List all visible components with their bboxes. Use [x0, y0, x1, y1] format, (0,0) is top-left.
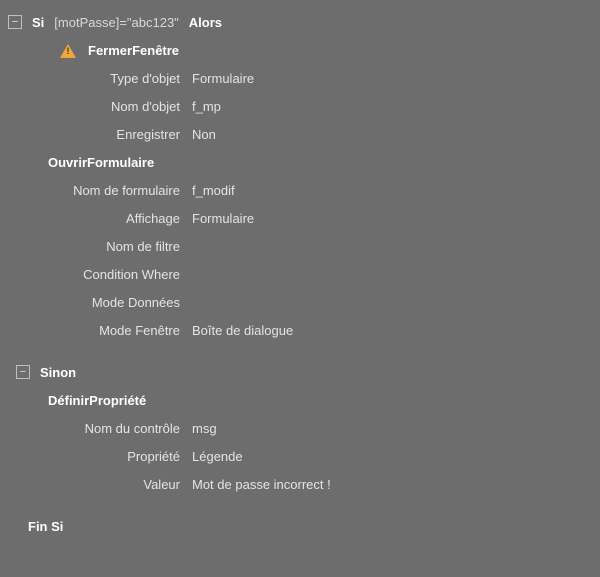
action-close-window[interactable]: FermerFenêtre	[0, 36, 600, 64]
param-row[interactable]: Mode Fenêtre Boîte de dialogue	[0, 316, 600, 344]
param-value[interactable]: Non	[192, 127, 600, 142]
param-label: Valeur	[0, 477, 180, 492]
param-label: Mode Données	[0, 295, 180, 310]
if-keyword: Si	[32, 15, 44, 30]
param-row[interactable]: Nom de formulaire f_modif	[0, 176, 600, 204]
param-row[interactable]: Nom d'objet f_mp	[0, 92, 600, 120]
endif-keyword: Fin Si	[28, 519, 63, 534]
param-label: Enregistrer	[0, 127, 180, 142]
else-header-row[interactable]: − Sinon	[0, 358, 600, 386]
param-value[interactable]: Formulaire	[192, 71, 600, 86]
param-label: Nom du contrôle	[0, 421, 180, 436]
param-label: Type d'objet	[0, 71, 180, 86]
spacer	[0, 344, 600, 358]
param-row[interactable]: Propriété Légende	[0, 442, 600, 470]
action-name: OuvrirFormulaire	[48, 155, 154, 170]
param-row[interactable]: Valeur Mot de passe incorrect !	[0, 470, 600, 498]
collapse-icon[interactable]: −	[16, 365, 30, 379]
param-value[interactable]: Légende	[192, 449, 600, 464]
warning-icon	[60, 44, 76, 58]
param-value[interactable]: Boîte de dialogue	[192, 323, 600, 338]
param-row[interactable]: Nom de filtre	[0, 232, 600, 260]
param-row[interactable]: Enregistrer Non	[0, 120, 600, 148]
param-row[interactable]: Affichage Formulaire	[0, 204, 600, 232]
param-row[interactable]: Mode Données	[0, 288, 600, 316]
param-label: Nom de formulaire	[0, 183, 180, 198]
param-value[interactable]: Mot de passe incorrect !	[192, 477, 600, 492]
param-value[interactable]: Formulaire	[192, 211, 600, 226]
macro-designer: − Si [motPasse]="abc123" Alors FermerFen…	[0, 0, 600, 540]
action-name: FermerFenêtre	[88, 43, 179, 58]
if-expression[interactable]: [motPasse]="abc123"	[54, 15, 179, 30]
action-set-property[interactable]: DéfinirPropriété	[0, 386, 600, 414]
param-label: Nom d'objet	[0, 99, 180, 114]
param-row[interactable]: Nom du contrôle msg	[0, 414, 600, 442]
action-open-form[interactable]: OuvrirFormulaire	[0, 148, 600, 176]
endif-row[interactable]: Fin Si	[0, 512, 600, 540]
param-value[interactable]: f_mp	[192, 99, 600, 114]
param-row[interactable]: Condition Where	[0, 260, 600, 288]
param-row[interactable]: Type d'objet Formulaire	[0, 64, 600, 92]
collapse-icon[interactable]: −	[8, 15, 22, 29]
param-label: Nom de filtre	[0, 239, 180, 254]
param-label: Condition Where	[0, 267, 180, 282]
else-keyword: Sinon	[40, 365, 76, 380]
param-label: Affichage	[0, 211, 180, 226]
if-header-row[interactable]: − Si [motPasse]="abc123" Alors	[0, 8, 600, 36]
action-name: DéfinirPropriété	[48, 393, 146, 408]
param-label: Mode Fenêtre	[0, 323, 180, 338]
spacer	[0, 498, 600, 512]
param-value[interactable]: msg	[192, 421, 600, 436]
param-label: Propriété	[0, 449, 180, 464]
then-keyword: Alors	[189, 15, 222, 30]
param-value[interactable]: f_modif	[192, 183, 600, 198]
